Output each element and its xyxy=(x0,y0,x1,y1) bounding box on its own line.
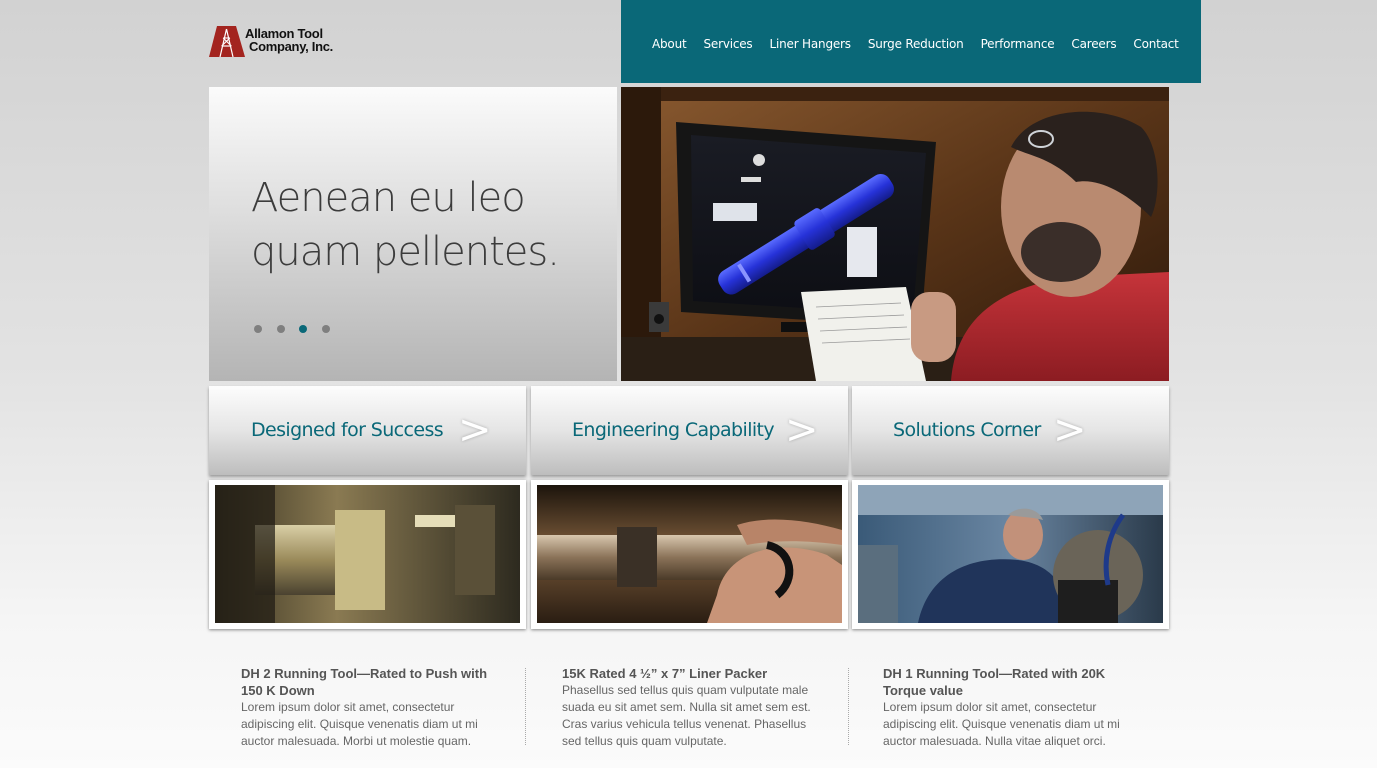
nav-item-performance[interactable]: Performance xyxy=(981,37,1055,51)
news-title-3[interactable]: DH 1 Running Tool—Rated with 20K Torque … xyxy=(883,665,1133,699)
company-logo[interactable]: Allamon Tool Company, Inc. xyxy=(209,26,359,60)
hero-panel: Aenean eu leo quam pellentes. xyxy=(209,87,617,381)
news-item-1: DH 2 Running Tool—Rated to Push with 150… xyxy=(241,665,491,750)
column-divider-1 xyxy=(525,668,526,745)
nav-item-about[interactable]: About xyxy=(652,37,687,51)
designed-for-success-title: Designed for Success xyxy=(251,419,444,441)
chevron-right-icon: > xyxy=(785,407,819,453)
slider-dot-1[interactable] xyxy=(254,325,262,333)
nav-item-contact[interactable]: Contact xyxy=(1133,37,1178,51)
pipe-inspection-photo xyxy=(537,485,842,623)
news-item-3: DH 1 Running Tool—Rated with 20K Torque … xyxy=(883,665,1133,750)
slider-pagination xyxy=(254,325,344,333)
hero-headline: Aenean eu leo quam pellentes. xyxy=(251,175,560,275)
news-body-3: Lorem ipsum dolor sit amet, consectetur … xyxy=(883,700,1120,748)
machinist-at-lathe-photo xyxy=(858,485,1163,623)
derrick-logo-icon xyxy=(209,26,245,57)
main-nav: About Services Liner Hangers Surge Reduc… xyxy=(621,0,1201,83)
company-name-line2: Company, Inc. xyxy=(249,39,333,54)
nav-item-services[interactable]: Services xyxy=(703,37,752,51)
designed-for-success-button[interactable]: Designed for Success > xyxy=(209,386,526,475)
news-body-1: Lorem ipsum dolor sit amet, consectetur … xyxy=(241,700,478,748)
hero-image xyxy=(621,87,1169,381)
engineering-capability-button[interactable]: Engineering Capability > xyxy=(531,386,848,475)
engineering-capability-title: Engineering Capability xyxy=(572,419,775,441)
nav-item-surge-reduction[interactable]: Surge Reduction xyxy=(868,37,964,51)
news-title-1[interactable]: DH 2 Running Tool—Rated to Push with 150… xyxy=(241,665,491,699)
chevron-right-icon: > xyxy=(1053,407,1087,453)
slider-dot-3[interactable] xyxy=(299,325,307,333)
machined-part-photo xyxy=(215,485,520,623)
solutions-corner-title: Solutions Corner xyxy=(893,419,1041,441)
hero-photo xyxy=(621,87,1169,381)
nav-item-careers[interactable]: Careers xyxy=(1071,37,1116,51)
news-title-2[interactable]: 15K Rated 4 ½” x 7” Liner Packer xyxy=(562,665,812,682)
company-name: Allamon Tool Company, Inc. xyxy=(245,27,333,53)
solutions-corner-button[interactable]: Solutions Corner > xyxy=(852,386,1169,475)
slider-dot-4[interactable] xyxy=(321,325,330,333)
slider-dot-2[interactable] xyxy=(276,325,285,333)
thumbnail-frame-2[interactable] xyxy=(531,480,848,629)
thumbnail-frame-3[interactable] xyxy=(852,480,1169,629)
nav-item-liner-hangers[interactable]: Liner Hangers xyxy=(770,37,852,51)
column-divider-2 xyxy=(848,668,849,745)
news-item-2: 15K Rated 4 ½” x 7” Liner Packer Phasell… xyxy=(562,665,812,750)
chevron-right-icon: > xyxy=(458,407,492,453)
news-body-2: Phasellus sed tellus quis quam vulputate… xyxy=(562,683,811,748)
thumbnail-frame-1[interactable] xyxy=(209,480,526,629)
